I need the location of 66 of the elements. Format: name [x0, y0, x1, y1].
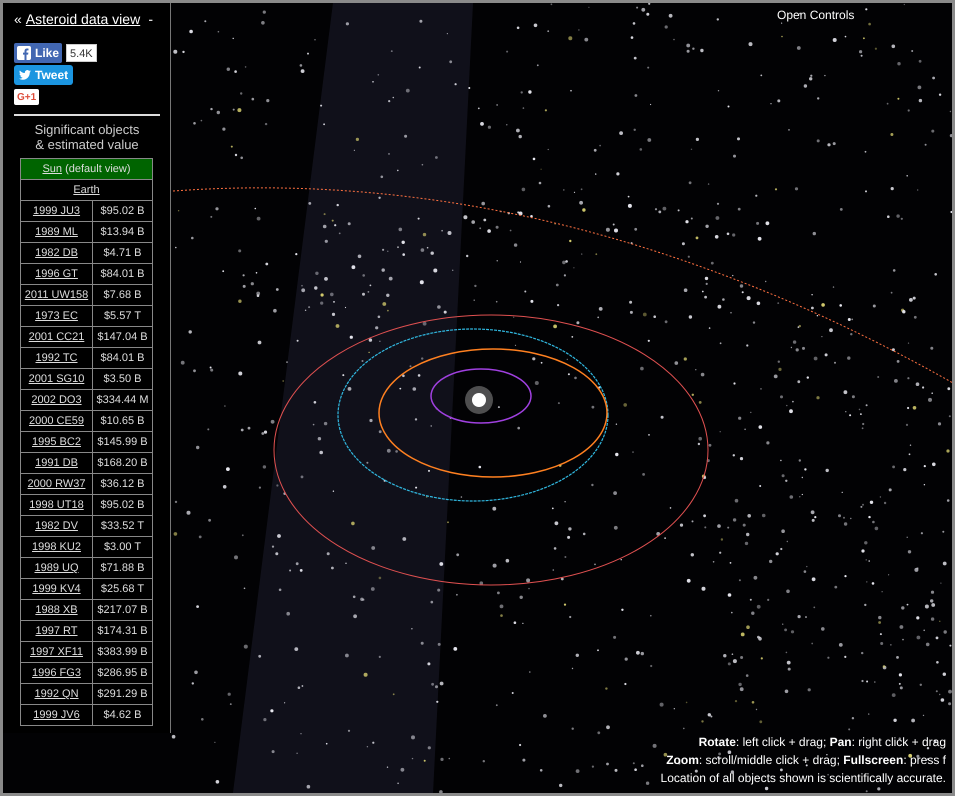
asteroid-link[interactable]: 1999 KV4 — [20, 578, 92, 600]
value-cell: $10.65 B — [92, 410, 152, 432]
value-cell: $4.71 B — [92, 242, 152, 264]
asteroid-link[interactable]: 1998 KU2 — [20, 536, 92, 558]
value-cell: $84.01 B — [92, 348, 152, 368]
view-cell[interactable]: Earth — [20, 180, 152, 200]
value-cell: $36.12 B — [92, 474, 152, 494]
value-cell: $7.68 B — [92, 284, 152, 306]
asteroid-link[interactable]: 1991 DB — [20, 452, 92, 474]
value-cell: $291.29 B — [92, 684, 152, 704]
asteroid-link[interactable]: 2011 UW158 — [20, 284, 92, 306]
asteroid-link[interactable]: 1988 XB — [20, 600, 92, 620]
facebook-icon — [17, 46, 31, 60]
value-cell: $84.01 B — [92, 264, 152, 284]
value-cell: $286.95 B — [92, 662, 152, 684]
help-text: Rotate: left click + drag; Pan: right click + drag — [698, 734, 946, 751]
like-count: 5.4K — [66, 44, 97, 62]
collapse-button[interactable]: - — [144, 9, 157, 30]
asteroid-link[interactable]: 1992 TC — [20, 348, 92, 368]
value-cell: $4.62 B — [92, 704, 152, 726]
asteroid-link[interactable]: 2000 CE59 — [20, 410, 92, 432]
asteroid-link[interactable]: 1989 UQ — [20, 558, 92, 578]
value-cell: $174.31 B — [92, 620, 152, 642]
value-cell: $13.94 B — [92, 222, 152, 242]
value-cell: $25.68 T — [92, 578, 152, 600]
value-cell: $3.00 T — [92, 536, 152, 558]
asteroid-link[interactable]: 1999 JU3 — [20, 200, 92, 222]
section-heading: & estimated value — [35, 137, 139, 152]
back-arrow-icon[interactable]: « — [14, 9, 22, 30]
value-cell: $168.20 B — [92, 452, 152, 474]
help-text: Zoom: scroll/middle click + drag; Fullscreen: press f — [666, 752, 946, 769]
sidebar-title-link[interactable]: Asteroid data view — [26, 9, 140, 30]
value-cell: $334.44 M — [92, 390, 152, 410]
value-cell: $33.52 T — [92, 516, 152, 536]
value-cell: $217.07 B — [92, 600, 152, 620]
plus-one-button[interactable]: G+1 — [14, 89, 40, 105]
asteroid-link[interactable]: 1973 EC — [20, 306, 92, 326]
value-cell: $145.99 B — [92, 432, 152, 452]
asteroid-link[interactable]: 1996 GT — [20, 264, 92, 284]
value-cell: $95.02 B — [92, 200, 152, 222]
asteroid-link[interactable]: 1996 FG3 — [20, 662, 92, 684]
asteroid-link[interactable]: 1982 DV — [20, 516, 92, 536]
value-cell: $5.57 T — [92, 306, 152, 326]
open-controls-button[interactable]: Open Controls — [773, 6, 858, 24]
value-cell: $383.99 B — [92, 642, 152, 662]
asteroid-link[interactable]: 1999 JV6 — [20, 704, 92, 726]
help-text: Location of all objects shown is scientifically accurate. — [660, 770, 946, 787]
value-cell: $95.02 B — [92, 494, 152, 516]
asteroid-link[interactable]: 2002 DO3 — [20, 390, 92, 410]
asteroid-link[interactable]: 1995 BC2 — [20, 432, 92, 452]
asteroid-link[interactable]: 1989 ML — [20, 222, 92, 242]
asteroid-link[interactable]: 1997 XF11 — [20, 642, 92, 662]
section-heading: Significant objects — [34, 122, 140, 137]
view-cell[interactable]: Sun (default view) — [20, 158, 152, 180]
value-cell: $147.04 B — [92, 326, 152, 348]
value-cell: $3.50 B — [92, 368, 152, 390]
asteroid-link[interactable]: 1998 UT18 — [20, 494, 92, 516]
like-button[interactable]: Like — [14, 43, 62, 63]
asteroid-link[interactable]: 1997 RT — [20, 620, 92, 642]
value-cell: $71.88 B — [92, 558, 152, 578]
asteroid-link[interactable]: 1982 DB — [20, 242, 92, 264]
bird-icon — [19, 70, 31, 80]
asteroid-link[interactable]: 1992 QN — [20, 684, 92, 704]
asteroid-link[interactable]: 2001 CC21 — [20, 326, 92, 348]
asteroid-link[interactable]: 2001 SG10 — [20, 368, 92, 390]
asteroid-link[interactable]: 2000 RW37 — [20, 474, 92, 494]
